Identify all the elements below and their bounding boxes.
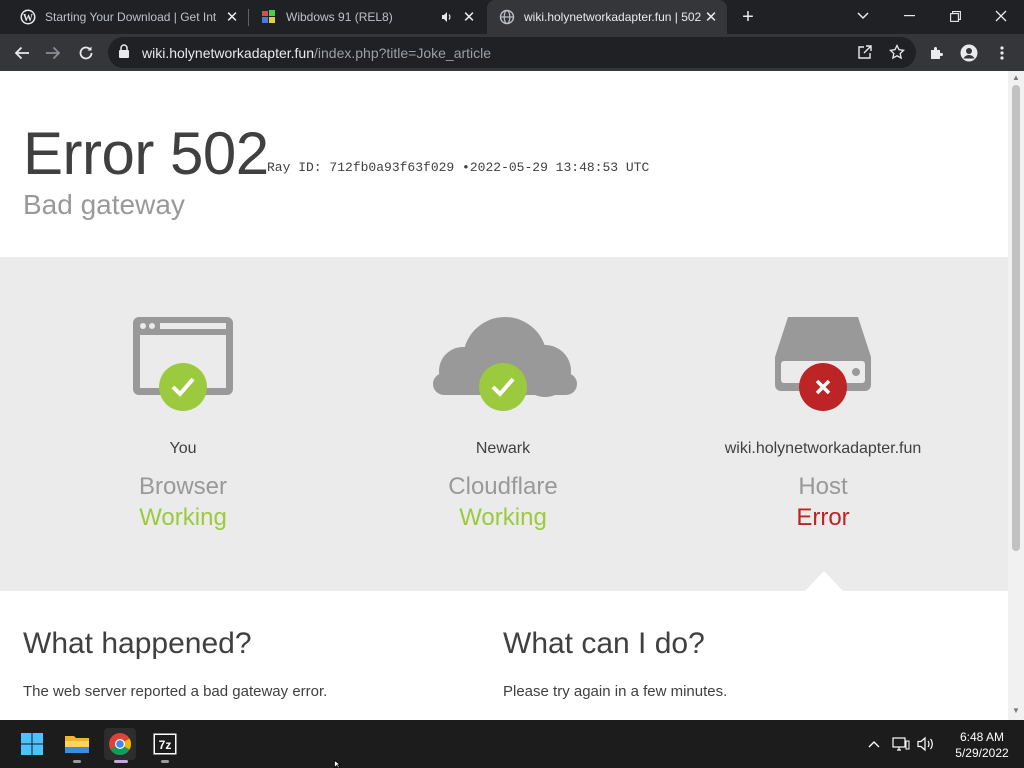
wordpress-icon: W [20,9,36,25]
running-indicator [161,760,169,763]
url-host: wiki.holynetworkadapter.fun [142,45,314,61]
scroll-down-icon[interactable]: ▼ [1011,706,1021,716]
svg-text:7z: 7z [159,738,172,752]
tab-starting-download[interactable]: W Starting Your Download | Get Int ✕ [8,0,248,34]
status-cloudflare: Newark Cloudflare Working [343,257,663,591]
speaker-icon[interactable] [437,7,457,27]
error-header: Error 502 Ray ID: 712fb0a93f63f029 •2022… [0,71,1008,257]
file-explorer-icon[interactable] [61,728,93,760]
system-clock[interactable]: 6:48 AM 5/29/2022 [944,729,1020,761]
menu-kebab-icon[interactable] [989,40,1015,66]
status-location: You [169,440,197,457]
status-state: Error [796,504,850,531]
tab-search-icon[interactable] [840,0,886,32]
start-icon[interactable] [16,728,48,760]
active-indicator [114,760,128,763]
share-icon[interactable] [852,39,878,65]
wibdows-icon [261,9,277,25]
what-can-i-do-text: Please try again in a few minutes. [503,683,728,700]
taskbar: 7z 6:48 AM 5/29/2022 [0,720,1024,768]
ray-timestamp: 2022-05-29 13:48:53 UTC [469,160,650,175]
status-location: Newark [475,440,531,457]
svg-text:W: W [23,13,33,24]
server-icon [768,313,878,413]
tab-title: wiki.holynetworkadapter.fun | 502 [524,10,701,24]
cloud-icon [423,313,583,413]
page-viewport: Error 502 Ray ID: 712fb0a93f63f029 •2022… [0,71,1008,720]
forward-arrow-icon[interactable] [40,40,66,66]
tab-title: Wibdows 91 (REL8) [286,10,393,24]
clock-time: 6:48 AM [959,730,1005,744]
running-indicator [73,760,81,763]
what-happened-text: The web server reported a bad gateway er… [23,683,328,700]
lock-icon[interactable] [118,44,130,64]
error-title: Error 502 [23,120,269,187]
status-browser: You Browser Working [23,257,343,591]
close-tab-icon[interactable]: ✕ [701,7,721,27]
back-arrow-icon[interactable] [9,40,35,66]
close-tab-icon[interactable]: ✕ [222,7,242,27]
network-icon[interactable] [891,734,911,754]
page-scrollbar[interactable]: ▲ ▼ [1008,71,1024,720]
browser-toolbar: wiki.holynetworkadapter.fun/index.php?ti… [0,34,1024,71]
globe-icon [499,9,515,25]
ray-separator: • [462,160,470,175]
volume-icon[interactable] [916,734,936,754]
extensions-icon[interactable] [924,40,950,66]
status-kind: Browser [138,473,228,500]
status-state: Working [139,504,227,531]
new-tab-button[interactable]: + [736,5,760,29]
ray-id: Ray ID: 712fb0a93f63f029 [267,160,455,175]
chevron-up-icon[interactable] [864,734,884,754]
profile-icon[interactable] [956,40,982,66]
tab-strip: W Starting Your Download | Get Int ✕ Wib… [0,0,1024,34]
restore-button[interactable] [932,0,978,32]
tab-title: Starting Your Download | Get Int [45,10,217,24]
chrome-icon[interactable] [104,728,136,760]
info-section: What happened? The web server reported a… [0,591,1008,720]
scroll-up-icon[interactable]: ▲ [1011,73,1021,83]
reload-icon[interactable] [73,40,99,66]
tab-wiki-active[interactable]: wiki.holynetworkadapter.fun | 502 ✕ [487,0,727,34]
status-location: wiki.holynetworkadapter.fun [724,440,922,457]
ray-id-line: Ray ID: 712fb0a93f63f029 •2022-05-29 13:… [267,160,649,175]
bookmark-star-icon[interactable] [884,39,910,65]
status-kind: Host [798,473,848,500]
what-can-i-do-heading: What can I do? [503,627,705,660]
url-path: /index.php?title=Joke_article [314,45,492,61]
url-text: wiki.holynetworkadapter.fun/index.php?ti… [142,45,491,61]
what-happened-heading: What happened? [23,627,252,660]
status-host: wiki.holynetworkadapter.fun Host Error [663,257,983,591]
status-band: You Browser Working Newark Cloudflare Wo… [0,257,1008,591]
status-kind: Cloudflare [448,473,558,500]
close-window-button[interactable] [978,0,1024,32]
error-pointer-arrow [805,571,843,591]
scrollbar-thumb[interactable] [1012,85,1020,551]
minimize-button[interactable] [886,0,932,32]
address-bar[interactable]: wiki.holynetworkadapter.fun/index.php?ti… [108,37,916,68]
error-subtitle: Bad gateway [23,189,185,220]
close-tab-icon[interactable]: ✕ [459,7,479,27]
7zip-icon[interactable]: 7z [149,728,181,760]
browser-icon [128,313,238,413]
status-state: Working [459,504,547,531]
tab-wibdows[interactable]: Wibdows 91 (REL8) ✕ [249,0,485,34]
clock-date: 5/29/2022 [955,746,1009,760]
mouse-cursor-icon [334,760,342,768]
